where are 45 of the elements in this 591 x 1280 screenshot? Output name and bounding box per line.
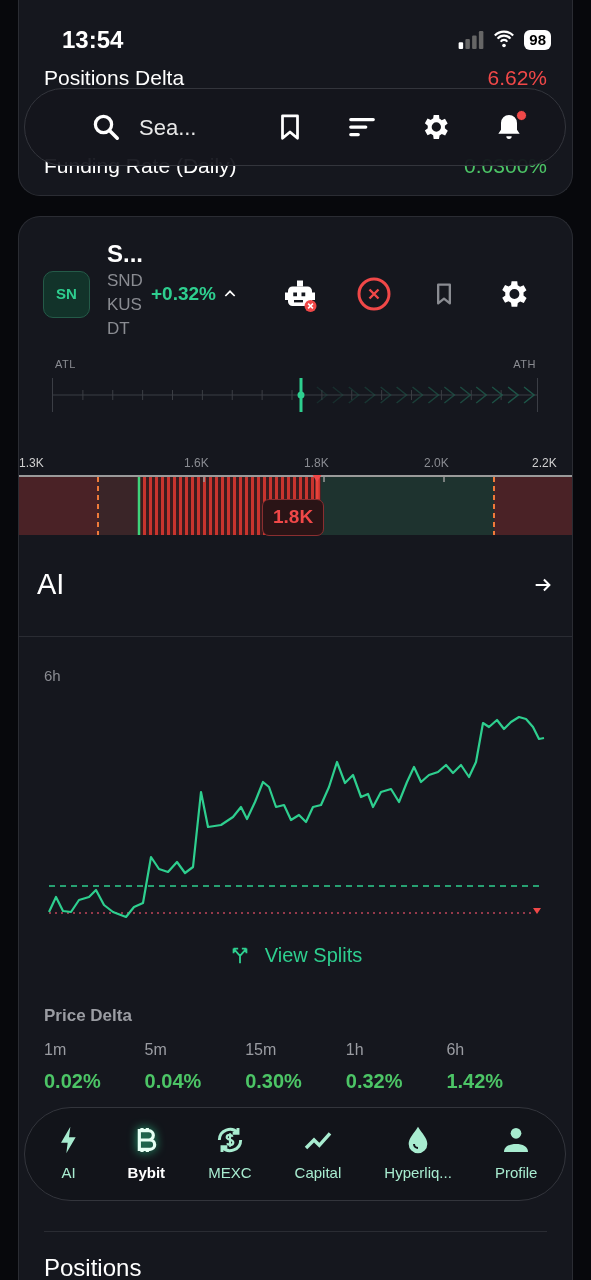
ruler-label: ATL — [55, 356, 76, 372]
section-title: Price Delta — [44, 1004, 133, 1027]
asset-name: S... — [107, 239, 143, 269]
search-field[interactable]: Sea... — [139, 110, 249, 144]
period-label: 1h — [345, 1040, 365, 1060]
range-tick-label: 1.3K — [19, 454, 44, 472]
nav-tab[interactable]: AI — [50, 1123, 87, 1185]
ruler-label: ATH — [513, 356, 536, 372]
row-label: Positions Delta — [44, 65, 185, 92]
period-value: 0.32% — [345, 1069, 404, 1094]
period-label: 15m — [245, 1040, 278, 1060]
range-tick-label: 2.2K — [532, 454, 557, 472]
close-icon[interactable] — [356, 276, 392, 313]
range-tick-label: 1.6K — [184, 454, 209, 472]
range-tick-label: 2.0K — [424, 454, 449, 472]
section-title: Positions — [43, 1253, 143, 1280]
status-time: 13:54 — [62, 25, 124, 55]
asset-symbol: KUS — [107, 294, 143, 316]
nav-tab[interactable]: Bybit — [125, 1123, 168, 1185]
chart-period: 6h — [44, 665, 61, 686]
ruler-thumb[interactable] — [296, 378, 305, 413]
asset-symbol: DT — [107, 318, 131, 340]
period-label: 5m — [144, 1040, 168, 1060]
battery-level: 98 — [524, 30, 551, 50]
price-change: +0.32% — [151, 282, 216, 307]
search-icon[interactable] — [91, 112, 121, 142]
signal-icon — [458, 31, 485, 49]
period-label: 1m — [44, 1040, 68, 1060]
nav-tab[interactable]: Profile — [492, 1123, 540, 1185]
section-title: AI — [37, 567, 65, 603]
view-splits-button[interactable]: View Splits — [228, 935, 363, 975]
range-tick-label: 1.8K — [304, 454, 329, 472]
asset-logo: SN — [43, 270, 90, 318]
nav-tab[interactable]: MEXC — [206, 1123, 254, 1185]
row-value: 6.62% — [487, 65, 547, 92]
period-value: 1.42% — [446, 1069, 505, 1094]
marker-triangle-icon — [533, 907, 541, 914]
nav-tab[interactable]: Hyperliq... — [382, 1123, 454, 1185]
nav-tab[interactable]: Capital — [292, 1123, 344, 1185]
period-value: 0.04% — [144, 1069, 203, 1094]
period-value: 0.30% — [245, 1069, 303, 1094]
period-value: 0.02% — [44, 1069, 102, 1094]
period-label: 6h — [446, 1040, 466, 1060]
asset-symbol: SND — [107, 270, 143, 292]
current-price-label: 1.8K — [262, 499, 325, 536]
